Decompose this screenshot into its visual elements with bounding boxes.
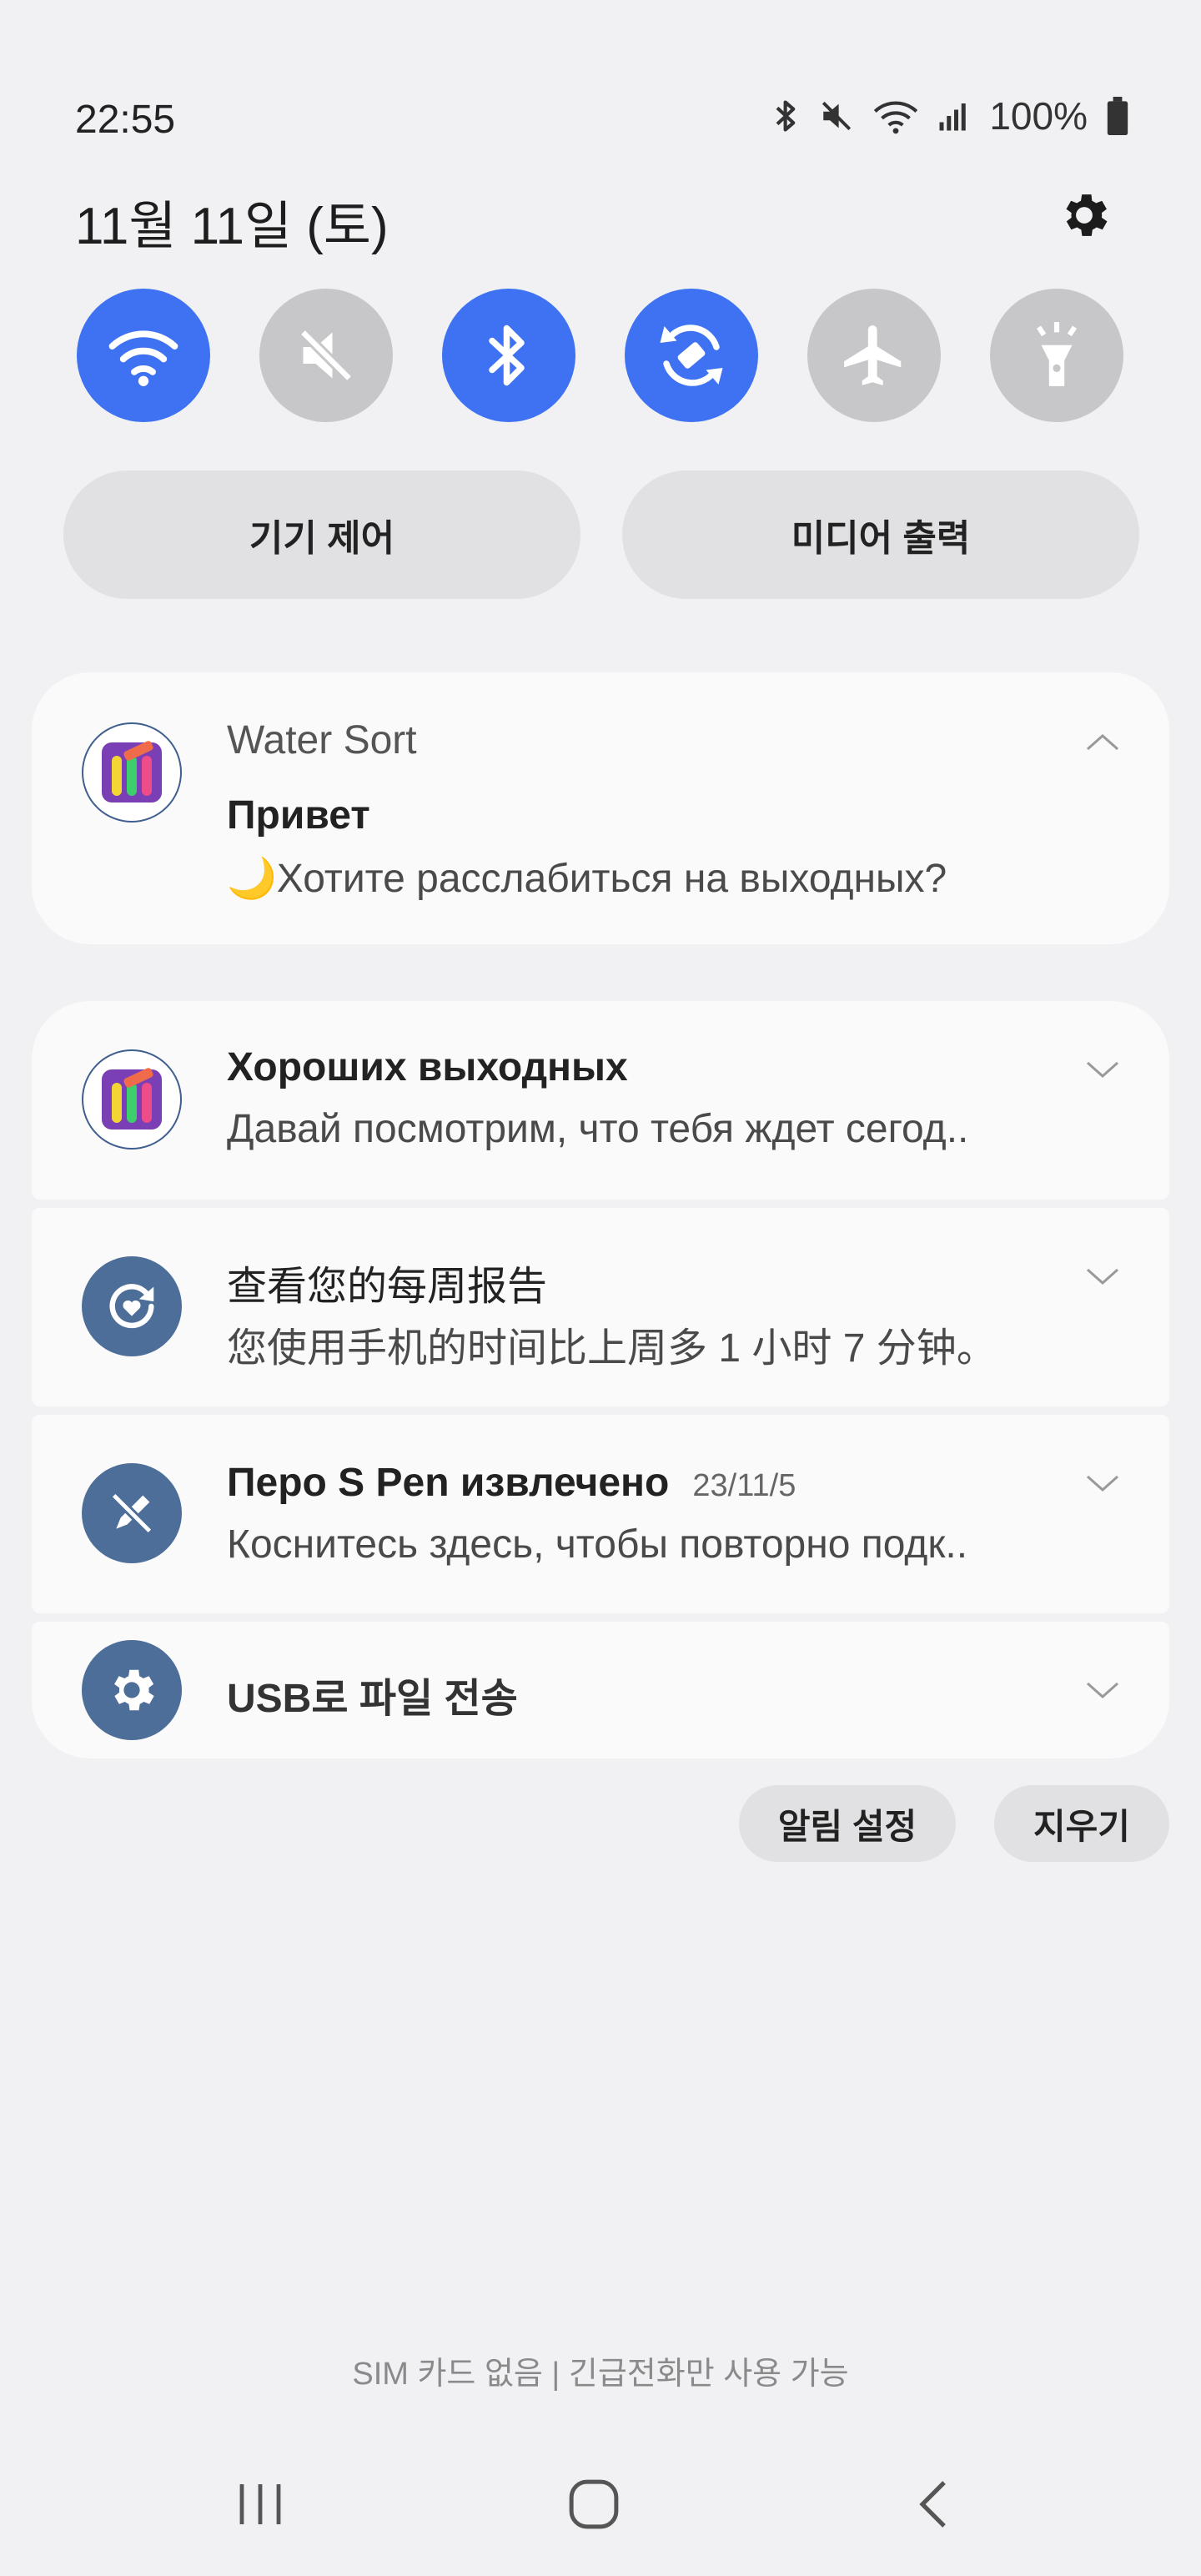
notification-settings-button[interactable]: 알림 설정 bbox=[739, 1785, 956, 1862]
chevron-down-icon[interactable] bbox=[1084, 1473, 1121, 1495]
water-sort-app-icon bbox=[82, 722, 182, 823]
water-sort-body: 🌙Хотите расслабиться на выходных? bbox=[227, 857, 947, 901]
spen-title-row: Перо S Pen извлечено 23/11/5 bbox=[227, 1460, 796, 1506]
notification-spen[interactable]: Перо S Pen извлечено 23/11/5 Коснитесь зд… bbox=[32, 1415, 1169, 1613]
status-time: 22:55 bbox=[75, 98, 176, 142]
water-sort-app-icon bbox=[82, 1049, 182, 1150]
media-output-button[interactable]: 미디어 출력 bbox=[622, 470, 1139, 599]
status-icons: 100% bbox=[772, 93, 1129, 138]
recents-button[interactable] bbox=[210, 2469, 310, 2539]
date-label: 11월 11일 (토) bbox=[75, 198, 389, 255]
bluetooth-icon bbox=[489, 325, 525, 386]
toggle-airplane[interactable] bbox=[807, 289, 941, 422]
digital-wellbeing-icon bbox=[82, 1256, 182, 1356]
back-icon bbox=[919, 2481, 946, 2528]
wifi-icon bbox=[874, 101, 918, 134]
chevron-up-icon[interactable] bbox=[1084, 731, 1121, 752]
spen-icon bbox=[82, 1463, 182, 1563]
notification-water-sort[interactable]: Water Sort Привет 🌙Хотите расслабиться н… bbox=[32, 672, 1169, 944]
toggle-bluetooth[interactable] bbox=[442, 289, 575, 422]
battery-icon bbox=[1107, 97, 1128, 135]
sim-status: SIM 카드 없음 | 긴급전화만 사용 가능 bbox=[352, 2357, 849, 2392]
airplane-icon bbox=[844, 325, 902, 385]
flashlight-icon bbox=[1036, 322, 1078, 386]
notification-usb[interactable]: USB로 파일 전송 bbox=[32, 1622, 1169, 1758]
water-sort-title: Привет bbox=[227, 793, 370, 838]
signal-icon bbox=[939, 103, 967, 131]
usb-settings-icon bbox=[82, 1640, 182, 1740]
notification-weekend[interactable]: Хороших выходных Давай посмотрим, что те… bbox=[32, 1001, 1169, 1200]
settings-button[interactable] bbox=[1053, 184, 1116, 247]
mute-icon bbox=[299, 329, 353, 382]
weekend-title: Хороших выходных bbox=[227, 1045, 628, 1089]
spen-body: Коснитесь здесь, чтобы повторно подк.. bbox=[227, 1522, 968, 1567]
wifi-icon bbox=[108, 330, 178, 386]
chevron-down-icon[interactable] bbox=[1084, 1266, 1121, 1288]
battery-percent: 100% bbox=[989, 94, 1088, 138]
clear-button[interactable]: 지우기 bbox=[994, 1785, 1169, 1862]
back-button[interactable] bbox=[882, 2469, 982, 2539]
weekend-body: Давай посмотрим, что тебя ждет сегод.. bbox=[227, 1107, 969, 1151]
recents-icon bbox=[239, 2484, 281, 2524]
water-sort-app-name: Water Sort bbox=[227, 718, 417, 762]
device-control-button[interactable]: 기기 제어 bbox=[63, 470, 580, 599]
notification-weekly-report[interactable]: 查看您的每周报告 您使用手机的时间比上周多 1 小时 7 分钟。 bbox=[32, 1208, 1169, 1406]
chevron-down-icon[interactable] bbox=[1084, 1059, 1121, 1081]
usb-title: USB로 파일 전송 bbox=[227, 1677, 518, 1721]
toggle-sound[interactable] bbox=[259, 289, 393, 422]
spen-date: 23/11/5 bbox=[692, 1468, 796, 1503]
weekly-report-title: 查看您的每周报告 bbox=[227, 1265, 548, 1309]
toggle-flashlight[interactable] bbox=[990, 289, 1123, 422]
weekly-report-body: 您使用手机的时间比上周多 1 小时 7 分钟。 bbox=[227, 1326, 997, 1371]
mute-icon bbox=[822, 101, 852, 131]
chevron-down-icon[interactable] bbox=[1084, 1680, 1121, 1702]
bluetooth-icon bbox=[776, 100, 796, 132]
rotate-icon bbox=[660, 325, 723, 386]
gear-icon bbox=[1066, 194, 1108, 236]
home-icon bbox=[569, 2479, 619, 2529]
home-button[interactable] bbox=[544, 2469, 644, 2539]
spen-title: Перо S Pen извлечено bbox=[227, 1461, 670, 1505]
toggle-wifi[interactable] bbox=[77, 289, 210, 422]
toggle-auto-rotate[interactable] bbox=[625, 289, 758, 422]
